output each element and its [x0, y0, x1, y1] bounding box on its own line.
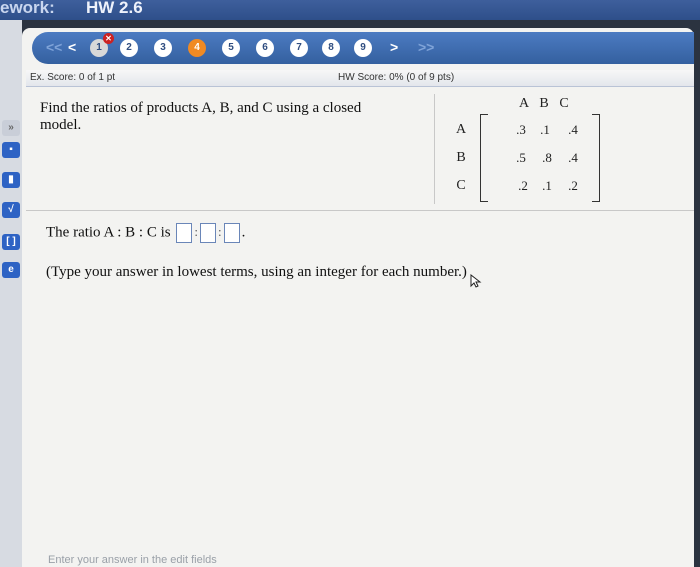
assignment-title: HW 2.6 [86, 0, 143, 17]
question-text: Find the ratios of products A, B, and C … [40, 100, 362, 133]
footer-instruction: Enter your answer in the edit fields [48, 554, 217, 566]
last-question-button[interactable]: >> [418, 39, 434, 55]
answer-prompt: The ratio A : B : C is [46, 224, 171, 241]
exercise-score: Ex. Score: 0 of 1 pt [30, 72, 116, 83]
matrix-cell: .3 [516, 122, 526, 137]
matrix-cell: .1 [540, 122, 550, 137]
matrix-col-header-b: B [539, 96, 549, 111]
matrix-row-header-b: B [456, 150, 466, 165]
sidebar-icon-more[interactable]: e [2, 262, 20, 278]
matrix-icon[interactable]: [ ] [2, 234, 20, 250]
matrix-cell: .8 [542, 150, 552, 165]
divider-vertical [434, 94, 435, 204]
sidebar-icon-2[interactable]: ▪ [2, 142, 20, 158]
ratio-a-input[interactable] [176, 223, 193, 243]
first-question-button[interactable]: << [46, 39, 62, 55]
incorrect-x-icon: ✕ [103, 33, 114, 44]
left-sidebar: » ▪ ▮ √ [ ] e [0, 20, 22, 567]
homework-score: HW Score: 0% (0 of 9 pts) [338, 72, 455, 83]
prev-question-button[interactable]: < [68, 39, 76, 55]
ratio-separator: : [217, 224, 222, 240]
question-7-button[interactable]: 7 [290, 39, 308, 57]
question-2-button[interactable]: 2 [120, 39, 138, 57]
score-bar: Ex. Score: 0 of 1 pt HW Score: 0% (0 of … [26, 70, 694, 87]
consumption-matrix: A B C A B C .3 .1 .4 .5 .8 .4 .2 .1 .2 [442, 96, 682, 206]
sidebar-icon-3[interactable]: ▮ [2, 172, 20, 188]
divider-horizontal [26, 210, 694, 211]
question-8-button[interactable]: 8 [322, 39, 340, 57]
title-bar: ework: HW 2.6 [0, 0, 700, 20]
sqrt-icon[interactable]: √ [2, 202, 20, 218]
question-1-button[interactable]: 1 ✕ [90, 33, 114, 57]
answer-end-period: . [241, 224, 246, 241]
question-5-button[interactable]: 5 [222, 39, 240, 57]
ratio-c-input[interactable] [223, 223, 240, 243]
matrix-left-bracket [480, 114, 488, 202]
matrix-cell: .1 [542, 178, 552, 193]
matrix-cell: .4 [568, 122, 578, 137]
answer-row: The ratio A : B : C is ::. [46, 223, 245, 243]
question-4-button[interactable]: 4 [188, 39, 206, 57]
mouse-cursor-icon [470, 274, 482, 288]
app-name: ework: [0, 0, 55, 17]
ratio-separator: : [194, 224, 198, 240]
ratio-b-input[interactable] [199, 223, 216, 243]
question-6-button[interactable]: 6 [256, 39, 274, 57]
matrix-cell: .2 [518, 178, 528, 193]
question-panel: << < 1 ✕ 2 3 4 5 6 7 8 9 > >> Ex. Score:… [22, 28, 694, 567]
next-question-button[interactable]: > [390, 39, 398, 55]
question-9-button[interactable]: 9 [354, 39, 372, 57]
matrix-right-bracket [592, 114, 600, 202]
question-3-button[interactable]: 3 [154, 39, 172, 57]
matrix-row-header-a: A [455, 122, 467, 137]
matrix-cell: .5 [516, 150, 526, 165]
matrix-col-header-c: C [559, 96, 569, 111]
question-navigation: << < 1 ✕ 2 3 4 5 6 7 8 9 > >> [32, 32, 694, 64]
matrix-row-header-c: C [456, 178, 466, 193]
matrix-col-header-a: A [518, 96, 530, 111]
matrix-cell: .4 [568, 150, 578, 165]
matrix-cell: .2 [568, 178, 578, 193]
sidebar-icon-1[interactable]: » [2, 120, 20, 136]
answer-hint: (Type your answer in lowest terms, using… [46, 264, 467, 280]
